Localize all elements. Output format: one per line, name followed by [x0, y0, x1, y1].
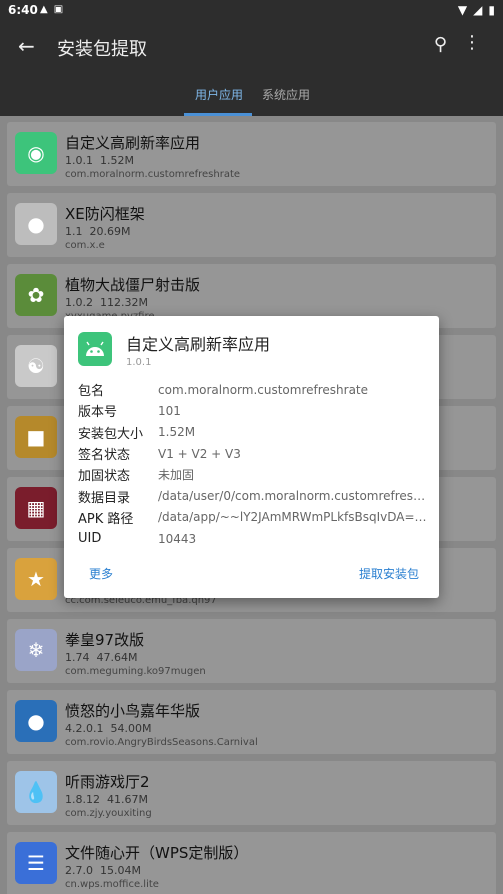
app-name: XE防闪框架: [65, 205, 145, 223]
android-robot-icon: [86, 341, 104, 356]
angry-bird-icon: ●: [15, 700, 57, 742]
extract-apk-button[interactable]: 提取安装包: [359, 565, 419, 582]
app-name: 听雨游戏厅2: [65, 773, 150, 791]
tab-bar: 用户应用 系统应用: [0, 72, 503, 116]
game-icon: ■: [15, 416, 57, 458]
android-notification-icon: ▲: [40, 4, 48, 15]
app-card[interactable]: ● XE防闪框架 1.1 20.69M com.x.e: [7, 193, 496, 257]
app-notification-icon: ▣: [53, 4, 64, 15]
info-row-package: 包名 com.moralnorm.customrefreshrate: [78, 382, 369, 400]
game-icon: ▦: [15, 487, 57, 529]
app-package: com.moralnorm.customrefreshrate: [65, 169, 241, 180]
tab-system-apps[interactable]: 系统应用: [262, 86, 310, 103]
notification-icons: ▲ ▣: [40, 4, 63, 15]
app-name: 植物大战僵尸射击版: [65, 276, 201, 294]
search-icon[interactable]: ⚲: [434, 34, 447, 55]
info-row-uid: UID 10443: [78, 531, 197, 547]
info-row-size: 安装包大小 1.52M: [78, 425, 196, 442]
app-name: 自定义高刷新率应用: [65, 134, 201, 152]
app-version-size: 1.8.12 41.67M: [65, 793, 148, 806]
status-bar: 6:40 ▲ ▣ ▼ ◢ ▮: [0, 0, 503, 22]
info-row-apk-path: APK 路径/data/app/~~lY2JAmMRWmPLkfsBsqIvDA…: [78, 510, 428, 527]
app-version-size: 1.0.2 112.32M: [65, 296, 148, 309]
app-package: com.zjy.youxiting: [65, 808, 152, 819]
app-card[interactable]: ❄ 拳皇97改版 1.74 47.64M com.meguming.ko97mu…: [7, 619, 496, 683]
info-row-protection: 加固状态 未加固: [78, 468, 195, 485]
more-button[interactable]: 更多: [89, 565, 113, 582]
dialog-title: 自定义高刷新率应用: [126, 335, 271, 354]
app-version-size: 2.7.0 15.04M: [65, 864, 141, 877]
app-version-size: 1.0.1 1.52M: [65, 154, 134, 167]
wifi-icon: ▼: [457, 3, 468, 17]
android-app-icon: [78, 332, 112, 366]
app-name: 拳皇97改版: [65, 631, 145, 649]
page-title: 安装包提取: [57, 39, 147, 60]
app-card[interactable]: 💧 听雨游戏厅2 1.8.12 41.67M com.zjy.youxiting: [7, 761, 496, 825]
tab-user-apps[interactable]: 用户应用: [195, 86, 243, 103]
water-drop-icon: 💧: [15, 771, 57, 813]
layers-icon: ☰: [15, 842, 57, 884]
info-row-version-code: 版本号 101: [78, 403, 181, 421]
dialog-version: 1.0.1: [126, 357, 152, 368]
status-time: 6:40: [8, 3, 38, 17]
battery-icon: ▮: [488, 3, 495, 17]
game-icon: ❄: [15, 629, 57, 671]
app-version-size: 4.2.0.1 54.00M: [65, 722, 152, 735]
game-icon: ★: [15, 558, 57, 600]
app-package: cn.wps.moffice.lite: [65, 879, 159, 890]
app-card[interactable]: ☰ 文件随心开（WPS定制版） 2.7.0 15.04M cn.wps.moff…: [7, 832, 496, 894]
app-icon: ●: [15, 203, 57, 245]
app-package: com.meguming.ko97mugen: [65, 666, 206, 677]
info-row-data-dir: 数据目录/data/user/0/com.moralnorm.customref…: [78, 489, 428, 506]
app-package: com.x.e: [65, 240, 105, 251]
app-info-dialog: 自定义高刷新率应用 1.0.1 包名 com.moralnorm.customre…: [64, 316, 439, 598]
android-app-icon: ◉: [15, 132, 57, 174]
app-icon: ☯: [15, 345, 57, 387]
back-arrow-icon[interactable]: ←: [18, 34, 35, 58]
more-vert-icon[interactable]: ⋮: [463, 32, 481, 53]
app-bar: ← 安装包提取 ⚲ ⋮: [0, 22, 503, 72]
game-icon: ✿: [15, 274, 57, 316]
app-version-size: 1.74 47.64M: [65, 651, 138, 664]
app-name: 文件随心开（WPS定制版）: [65, 844, 249, 862]
signal-icon: ◢: [473, 3, 483, 17]
app-package: com.rovio.AngryBirdsSeasons.Carnival: [65, 737, 258, 748]
app-card[interactable]: ◉ 自定义高刷新率应用 1.0.1 1.52M com.moralnorm.cu…: [7, 122, 496, 186]
app-name: 愤怒的小鸟嘉年华版: [65, 702, 201, 720]
app-card[interactable]: ● 愤怒的小鸟嘉年华版 4.2.0.1 54.00M com.rovio.Ang…: [7, 690, 496, 754]
system-icons: ▼ ◢ ▮: [458, 3, 495, 17]
info-rows: 包名 com.moralnorm.customrefreshrate 版本号 101…: [78, 379, 428, 549]
app-version-size: 1.1 20.69M: [65, 225, 131, 238]
info-row-signature: 签名状态 V1 + V2 + V3: [78, 446, 241, 464]
